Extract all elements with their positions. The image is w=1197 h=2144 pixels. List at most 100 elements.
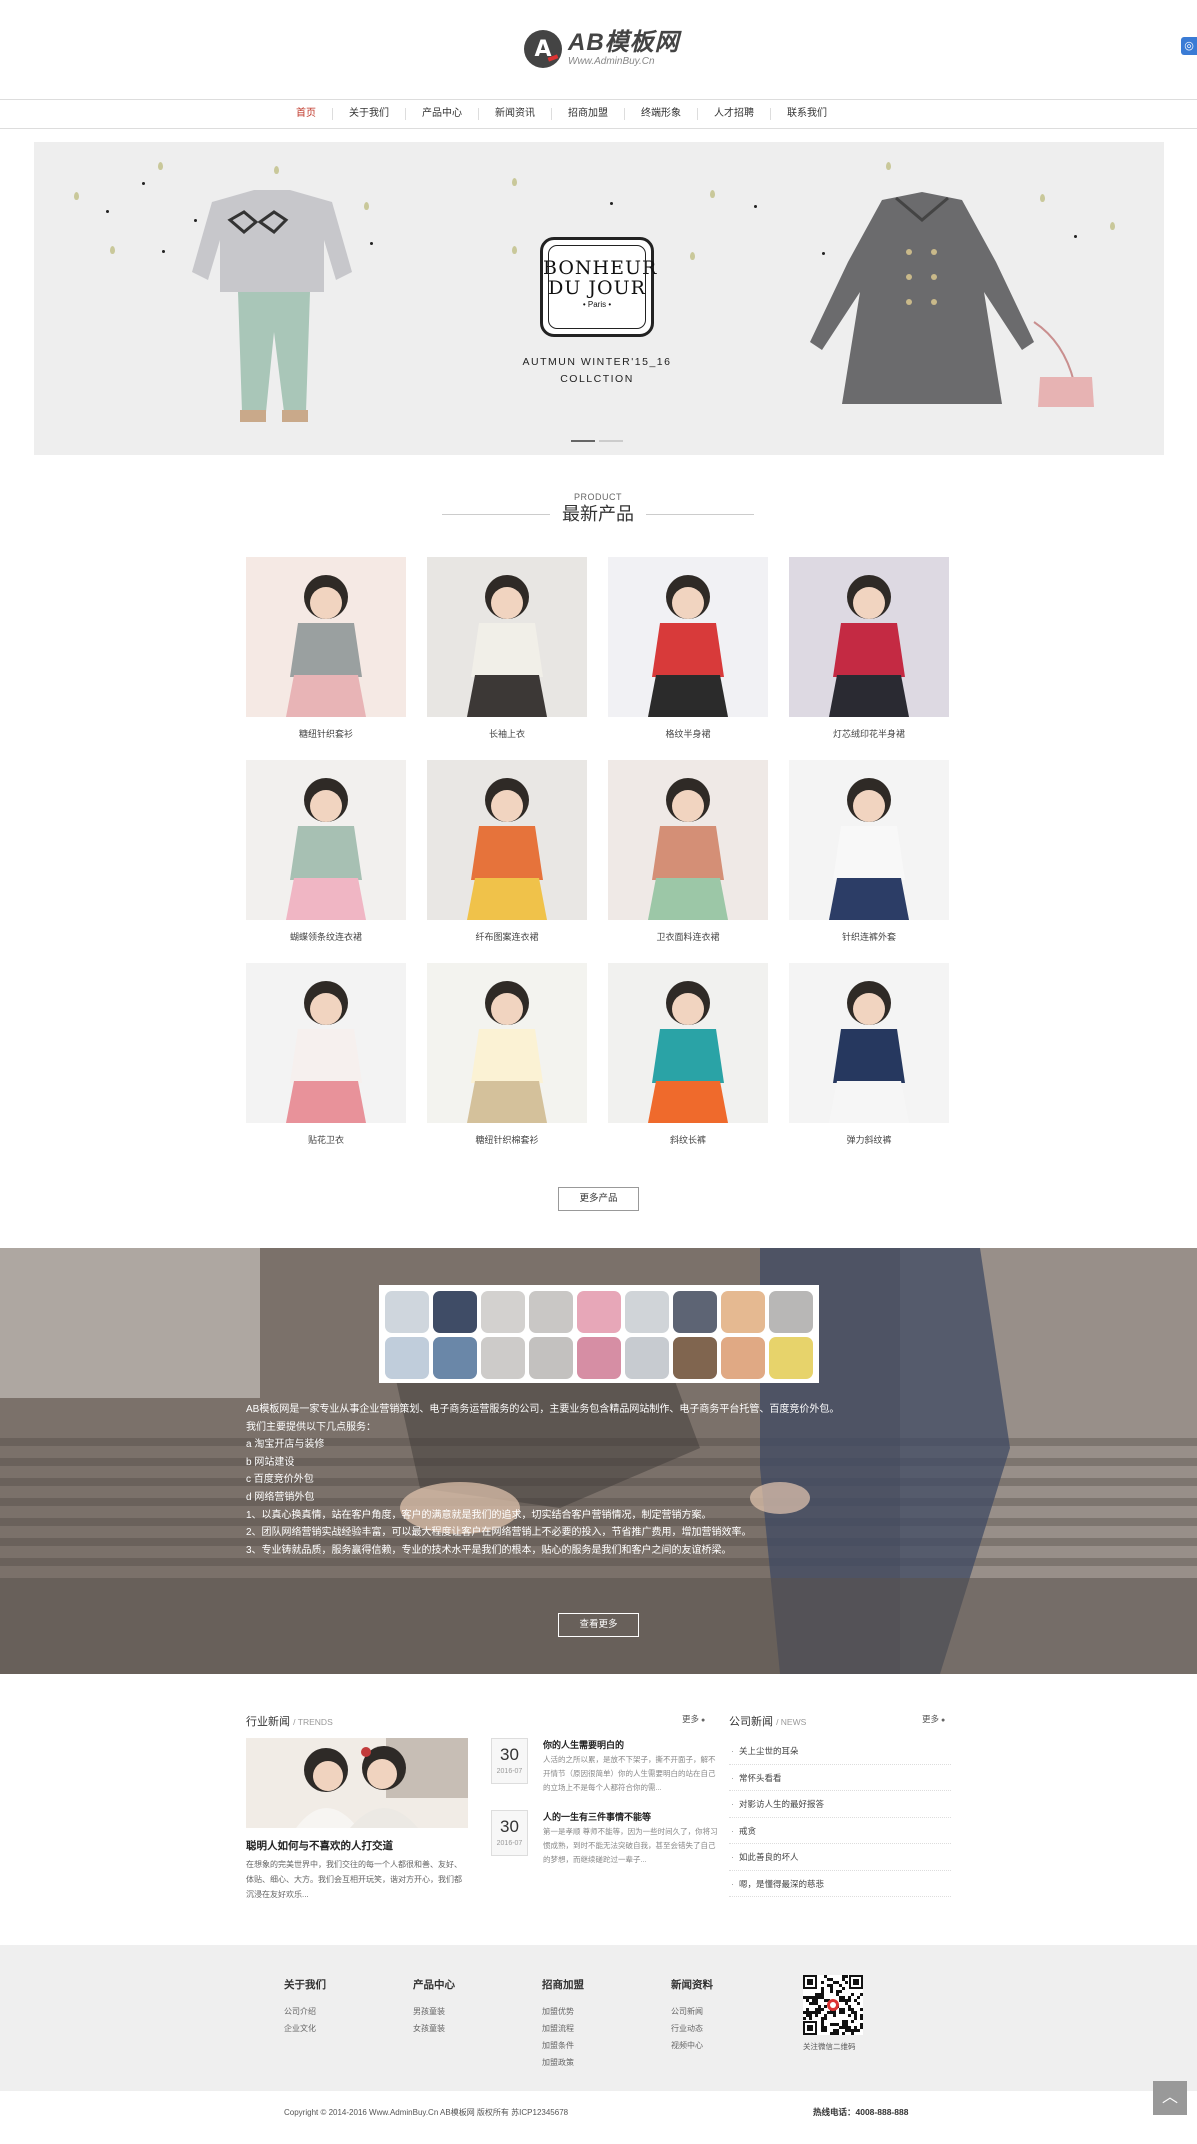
- product-name[interactable]: 长袖上衣: [427, 727, 587, 740]
- product-name[interactable]: 蝴蝶领条纹连衣裙: [246, 930, 406, 943]
- product-image[interactable]: [789, 557, 949, 717]
- footer-link[interactable]: 公司新闻: [671, 2003, 781, 2020]
- product-image[interactable]: [246, 557, 406, 717]
- footer-link[interactable]: 加盟流程: [542, 2020, 652, 2037]
- company-news-item[interactable]: 常怀头看看: [729, 1765, 951, 1791]
- company-news-item[interactable]: 如此善良的坏人: [729, 1844, 951, 1871]
- product-image[interactable]: [608, 963, 768, 1123]
- news-date-box: 30 2016-07: [491, 1810, 528, 1856]
- brand-badge: BONHEUR DU JOUR • Paris •: [540, 237, 658, 337]
- footer-column-title[interactable]: 新闻资料: [671, 1977, 781, 1992]
- brand-line-1: BONHEUR: [543, 257, 658, 279]
- product-image[interactable]: [246, 760, 406, 920]
- product-image[interactable]: [608, 557, 768, 717]
- product-card[interactable]: 针织连裤外套: [789, 760, 949, 943]
- about-line: a 淘宝开店与装修: [246, 1439, 325, 1451]
- company-news-item[interactable]: 关上尘世的耳朵: [729, 1738, 951, 1765]
- product-section-title: PRODUCT 最新产品: [430, 492, 766, 526]
- company-news-item[interactable]: 戒贪: [729, 1818, 951, 1844]
- hero-banner[interactable]: BONHEUR DU JOUR • Paris • AUTMUN WINTER'…: [34, 142, 1164, 455]
- footer-link[interactable]: 行业动态: [671, 2020, 781, 2037]
- footer-link[interactable]: 加盟条件: [542, 2037, 652, 2054]
- nav-item[interactable]: 首页: [280, 108, 333, 120]
- product-card[interactable]: 长袖上衣: [427, 557, 587, 740]
- nav-item[interactable]: 产品中心: [406, 108, 479, 120]
- banner-pager-dot[interactable]: [571, 440, 595, 442]
- floating-service-icon[interactable]: ◎: [1181, 37, 1197, 55]
- product-card[interactable]: 糖纽针织套衫: [246, 557, 406, 740]
- footer-link[interactable]: 加盟优势: [542, 2003, 652, 2020]
- product-name[interactable]: 斜纹长裤: [608, 1133, 768, 1146]
- about-line: c 百度竞价外包: [246, 1474, 314, 1486]
- product-name[interactable]: 糖纽针织棉套衫: [427, 1133, 587, 1146]
- product-card[interactable]: 贴花卫衣: [246, 963, 406, 1146]
- logo-subtitle: Www.AdminBuy.Cn: [568, 56, 655, 67]
- product-name[interactable]: 灯芯绒印花半身裙: [789, 727, 949, 740]
- banner-pager-dot[interactable]: [599, 440, 623, 442]
- site-footer: 关于我们公司介绍 企业文化 产品中心男孩童装 女孩童装 招商加盟加盟优势 加盟流程 加盟条件…: [0, 1945, 1197, 2091]
- product-name[interactable]: 卫衣面料连衣裙: [608, 930, 768, 943]
- featured-news-image[interactable]: [246, 1738, 468, 1828]
- footer-link[interactable]: 公司介绍: [284, 2003, 394, 2020]
- banner-tagline: AUTMUN WINTER'15_16 COLLCTION: [522, 354, 672, 388]
- more-products-button[interactable]: 更多产品: [558, 1187, 639, 1211]
- company-news-more-link[interactable]: 更多: [922, 1713, 945, 1725]
- product-card[interactable]: 蝴蝶领条纹连衣裙: [246, 760, 406, 943]
- product-name[interactable]: 弹力斜纹裤: [789, 1133, 949, 1146]
- nav-item[interactable]: 招商加盟: [552, 108, 625, 120]
- company-news-heading: 公司新闻 / NEWS: [729, 1713, 806, 1729]
- product-image[interactable]: [246, 963, 406, 1123]
- about-line: 3、专业铸就品质，服务赢得信赖，专业的技术水平是我们的根本，贴心的服务是我们和客…: [246, 1544, 732, 1556]
- product-card[interactable]: 纤布图案连衣裙: [427, 760, 587, 943]
- news-day: 30: [500, 1745, 519, 1764]
- news-title[interactable]: 人的一生有三件事情不能等: [543, 1810, 719, 1823]
- footer-link[interactable]: 企业文化: [284, 2020, 394, 2037]
- nav-item[interactable]: 终端形象: [625, 108, 698, 120]
- nav-item[interactable]: 联系我们: [771, 108, 843, 120]
- product-name[interactable]: 糖纽针织套衫: [246, 727, 406, 740]
- footer-column-title[interactable]: 关于我们: [284, 1977, 394, 1992]
- product-image[interactable]: [789, 963, 949, 1123]
- news-title[interactable]: 你的人生需要明白的: [543, 1738, 719, 1751]
- footer-column: 关于我们公司介绍 企业文化: [284, 1977, 394, 2037]
- product-name[interactable]: 纤布图案连衣裙: [427, 930, 587, 943]
- footer-column-title[interactable]: 产品中心: [413, 1977, 523, 1992]
- product-card[interactable]: 弹力斜纹裤: [789, 963, 949, 1146]
- footer-link[interactable]: 视频中心: [671, 2037, 781, 2054]
- about-thumbnail: [769, 1291, 813, 1333]
- company-news-item[interactable]: 嗯，是懂得最深的慈悲: [729, 1871, 951, 1897]
- product-image[interactable]: [608, 760, 768, 920]
- product-name[interactable]: 针织连裤外套: [789, 930, 949, 943]
- product-image[interactable]: [789, 760, 949, 920]
- product-title-cn: 最新产品: [430, 502, 766, 526]
- product-card[interactable]: 卫衣面料连衣裙: [608, 760, 768, 943]
- footer-column-title[interactable]: 招商加盟: [542, 1977, 652, 1992]
- nav-item[interactable]: 新闻资讯: [479, 108, 552, 120]
- featured-news-title[interactable]: 聪明人如何与不喜欢的人打交道: [246, 1838, 468, 1853]
- nav-item[interactable]: 人才招聘: [698, 108, 771, 120]
- product-card[interactable]: 格纹半身裙: [608, 557, 768, 740]
- nav-item[interactable]: 关于我们: [333, 108, 406, 120]
- view-more-button[interactable]: 查看更多: [558, 1613, 639, 1637]
- footer-link[interactable]: 女孩童装: [413, 2020, 523, 2037]
- product-image[interactable]: [427, 760, 587, 920]
- about-text: AB模板网是一家专业从事企业营销策划、电子商务运营服务的公司，主要业务包含精品网…: [246, 1401, 946, 1559]
- back-to-top-button[interactable]: ︿: [1153, 2081, 1187, 2115]
- site-logo[interactable]: A AB模板网 Www.AdminBuy.Cn: [524, 30, 680, 68]
- product-card[interactable]: 糖纽针织棉套衫: [427, 963, 587, 1146]
- product-image[interactable]: [427, 963, 587, 1123]
- trends-more-link[interactable]: 更多: [682, 1713, 705, 1725]
- product-name[interactable]: 贴花卫衣: [246, 1133, 406, 1146]
- product-image[interactable]: [427, 557, 587, 717]
- company-news-item[interactable]: 对影访人生的最好报答: [729, 1791, 951, 1818]
- footer-link[interactable]: 加盟政策: [542, 2054, 652, 2071]
- footer-link[interactable]: 男孩童装: [413, 2003, 523, 2020]
- product-card[interactable]: 灯芯绒印花半身裙: [789, 557, 949, 740]
- product-card[interactable]: 斜纹长裤: [608, 963, 768, 1146]
- about-thumbnail: [625, 1291, 669, 1333]
- qr-code-icon: [803, 1975, 863, 2035]
- about-line: d 网络营销外包: [246, 1491, 315, 1503]
- qr-label: 关注微信二维码: [803, 2042, 856, 2051]
- product-name[interactable]: 格纹半身裙: [608, 727, 768, 740]
- logo-title: AB模板网: [568, 29, 680, 56]
